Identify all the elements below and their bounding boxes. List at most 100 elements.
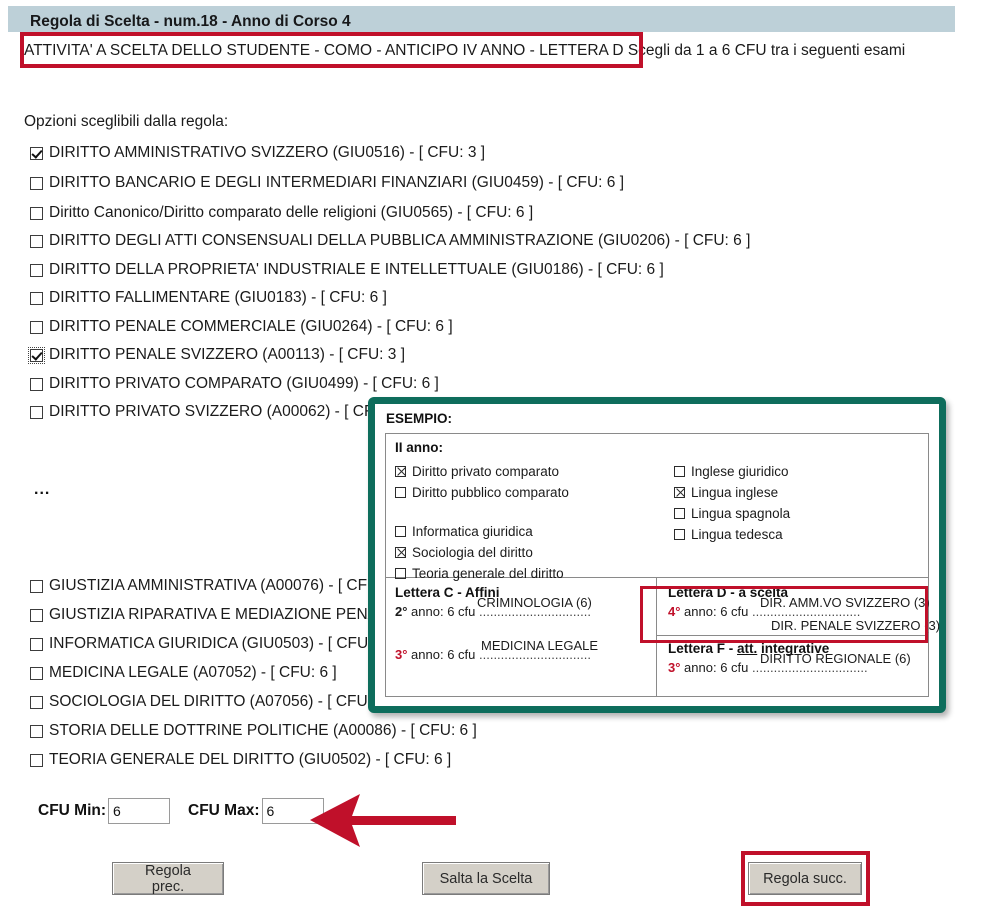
option-row[interactable]: TEORIA GENERALE DEL DIRITTO (GIU0502) - … [30,749,451,771]
lettera-d-row-1: 4° anno: 6 cfu .........................… [668,595,940,633]
option-label: DIRITTO PRIVATO COMPARATO (GIU0499) - [ … [49,375,439,392]
esempio-title: ESEMPIO: [386,411,453,426]
esempio-right-half: Lettera D - a scelta 4° anno: 6 cfu ....… [657,578,940,696]
option-label: DIRITTO DEGLI ATTI CONSENSUALI DELLA PUB… [49,232,751,249]
esempio-checkbox-label: Inglese giuridico [691,464,789,479]
esempio-checkbox-row: Informatica giuridica [395,521,675,542]
lettera-c-row-2: 3° anno: 6 cfu .........................… [395,638,656,662]
esempio-year-right-column: Inglese giuridico Lingua inglese Lingua sp… [674,461,914,545]
option-checkbox[interactable] [30,377,43,391]
options-ellipsis: ... [34,481,51,498]
esempio-checkbox [395,466,406,477]
regola-prec-button[interactable]: Regola prec. [112,862,224,895]
lettera-d-row2-written: DIR. PENALE SVIZZERO (3) [771,618,941,633]
esempio-checkbox-row: Sociologia del diritto [395,542,675,563]
rule-titlebar: Regola di Scelta - num.18 - Anno di Cors… [8,6,955,32]
option-row[interactable]: INFORMATICA GIURIDICA (GIU0503) - [ CFU:… [30,633,394,655]
lettera-c-row-1: 2° anno: 6 cfu .........................… [395,595,656,619]
option-label: MEDICINA LEGALE (A07052) - [ CFU: 6 ] [49,664,337,681]
option-checkbox[interactable] [30,695,43,709]
lettera-f-title-b: att. [737,641,758,656]
option-label: INFORMATICA GIURIDICA (GIU0503) - [ CFU:… [49,635,395,652]
option-row[interactable]: GIUSTIZIA AMMINISTRATIVA (A00076) - [ CF… [30,575,404,597]
rule-description: ATTIVITA' A SCELTA DELLO STUDENTE - COMO… [24,38,954,64]
option-checkbox[interactable] [28,346,45,364]
esempio-checkbox-row: Inglese giuridico [674,461,914,482]
option-checkbox[interactable] [30,608,43,622]
lettera-f-row1-written: DIRITTO REGIONALE (6) [760,651,911,666]
option-row[interactable]: SOCIOLOGIA DEL DIRITTO (A07056) - [ CFU:… [30,691,394,713]
option-checkbox[interactable] [30,405,43,419]
esempio-checkbox [674,508,685,519]
option-row[interactable]: DIRITTO DELLA PROPRIETA' INDUSTRIALE E I… [30,259,664,281]
option-label: STORIA DELLE DOTTRINE POLITICHE (A00086)… [49,722,477,739]
option-checkbox[interactable] [30,666,43,680]
esempio-checkbox [395,487,406,498]
option-label: Diritto Canonico/Diritto comparato delle… [49,204,534,221]
cfu-max-label: CFU Max: [188,802,260,819]
red-arrow-annotation [310,794,456,847]
option-row[interactable]: STORIA DELLE DOTTRINE POLITICHE (A00086)… [30,720,477,742]
esempio-panel: ESEMPIO: II anno: Diritto privato compar… [368,397,946,713]
cfu-min-label: CFU Min: [38,802,107,819]
option-row[interactable]: DIRITTO PRIVATO COMPARATO (GIU0499) - [ … [30,373,439,395]
option-checkbox[interactable] [30,753,43,767]
lettera-c-row1-text: anno: 6 cfu [407,604,479,619]
option-checkbox[interactable] [30,320,43,334]
option-row[interactable]: DIRITTO BANCARIO E DEGLI INTERMEDIARI FI… [30,172,624,194]
lettera-d-row1-text: anno: 6 cfu [680,604,752,619]
esempio-checkbox-label: Lingua inglese [691,485,779,500]
lettera-d-row1-written: DIR. AMM.VO SVIZZERO (3) [760,595,930,610]
option-row[interactable]: DIRITTO AMMINISTRATIVO SVIZZERO (GIU0516… [30,142,485,164]
option-checkbox[interactable] [30,263,43,277]
option-row[interactable]: Diritto Canonico/Diritto comparato delle… [30,202,533,224]
option-label: GIUSTIZIA AMMINISTRATIVA (A00076) - [ CF… [49,577,405,594]
esempio-year-title: II anno: [395,440,443,455]
salta-la-scelta-button[interactable]: Salta la Scelta [422,862,550,895]
option-label: DIRITTO DELLA PROPRIETA' INDUSTRIALE E I… [49,261,664,278]
option-checkbox[interactable] [30,234,43,248]
esempio-checkbox-row: Diritto pubblico comparato [395,482,675,503]
esempio-checkbox-label: Informatica giuridica [412,524,533,539]
option-row[interactable]: DIRITTO PENALE COMMERCIALE (GIU0264) - [… [30,316,453,338]
option-checkbox[interactable] [30,637,43,651]
lettera-c-row2-written: MEDICINA LEGALE [481,638,599,653]
option-row[interactable]: DIRITTO FALLIMENTARE (GIU0183) - [ CFU: … [30,287,387,309]
page-title: Regola di Scelta - num.18 - Anno di Cors… [30,13,351,30]
rule-hint-text: Scegli da 1 a 6 CFU tra i seguenti esami [627,42,906,59]
esempio-checkbox [395,547,406,558]
esempio-inner-box: II anno: Diritto privato comparato Diritt… [385,433,940,697]
esempio-checkbox [674,466,685,477]
esempio-checkbox-label: Lingua spagnola [691,506,791,521]
option-checkbox[interactable] [30,291,43,305]
option-checkbox[interactable] [30,146,43,160]
option-label: SOCIOLOGIA DEL DIRITTO (A07056) - [ CFU:… [49,693,394,710]
lettera-f-row1-year: 3° [668,660,681,675]
option-checkbox[interactable] [30,579,43,593]
option-row[interactable]: DIRITTO PENALE SVIZZERO (A00113) - [ CFU… [28,344,405,366]
lettera-f-row1-text: anno: 6 cfu [680,660,752,675]
lettera-f-title-a: Lettera F - [668,641,738,656]
cfu-min-input[interactable] [108,798,171,824]
esempio-checkbox-row: Diritto privato comparato [395,461,675,482]
option-checkbox[interactable] [30,176,43,190]
option-checkbox[interactable] [30,724,43,738]
option-row[interactable]: MEDICINA LEGALE (A07052) - [ CFU: 6 ] [30,662,337,684]
esempio-lettera-d: Lettera D - a scelta 4° anno: 6 cfu ....… [657,578,940,635]
esempio-checkbox-label: Diritto pubblico comparato [412,485,569,500]
lettera-c-row1-year: 2° [395,604,408,619]
option-row[interactable]: DIRITTO PRIVATO SVIZZERO (A00062) - [ CF… [30,401,410,423]
regola-succ-button[interactable]: Regola succ. [748,862,862,895]
option-label: DIRITTO BANCARIO E DEGLI INTERMEDIARI FI… [49,174,625,191]
option-row[interactable]: DIRITTO DEGLI ATTI CONSENSUALI DELLA PUB… [30,230,750,252]
esempio-checkbox-row: Lingua tedesca [674,524,914,545]
esempio-letters-block: Lettera C - Affini 2° anno: 6 cfu ......… [386,578,940,696]
esempio-year-block: II anno: Diritto privato comparato Diritt… [386,434,928,581]
esempio-checkbox [674,529,685,540]
rule-name-text: ATTIVITA' A SCELTA DELLO STUDENTE - COMO… [24,42,624,59]
option-label: DIRITTO AMMINISTRATIVO SVIZZERO (GIU0516… [49,144,486,161]
esempio-checkbox [395,526,406,537]
option-checkbox[interactable] [30,206,43,220]
cfu-range-row: CFU Min: CFU Max: [38,798,342,824]
lettera-c-row2-year: 3° [395,647,408,662]
